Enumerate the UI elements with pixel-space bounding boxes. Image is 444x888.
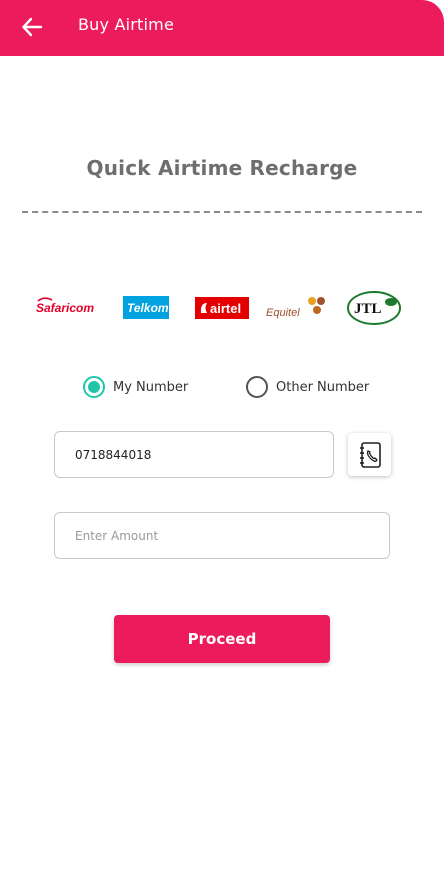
radio-selected-icon	[83, 376, 105, 398]
radio-other-number[interactable]: Other Number	[246, 374, 369, 400]
telkom-logo-text: Telkom	[127, 301, 169, 315]
equitel-logo-text: Equitel	[266, 307, 300, 319]
amount-input[interactable]	[54, 512, 390, 559]
jtl-logo: JTL	[347, 291, 401, 325]
radio-label-my-number: My Number	[113, 379, 189, 395]
page-title: Buy Airtime	[78, 15, 174, 34]
network-logo-equitel[interactable]: Equitel	[266, 288, 332, 328]
network-logo-jtl[interactable]: JTL	[346, 288, 402, 328]
back-button[interactable]	[18, 13, 46, 41]
airtel-logo-text: airtel	[210, 301, 241, 316]
arrow-left-icon	[22, 17, 43, 37]
radio-my-number[interactable]: My Number	[83, 374, 188, 400]
airtel-logo: airtel	[195, 297, 249, 319]
jtl-logo-text: JTL	[354, 301, 382, 317]
dashed-divider	[22, 211, 422, 213]
network-logo-airtel[interactable]: airtel	[194, 288, 250, 328]
phone-number-input[interactable]	[54, 431, 334, 478]
app-bar: Buy Airtime	[0, 0, 444, 56]
network-logos: Safaricom Telkom airtel Equitel JTL	[30, 288, 414, 328]
equitel-logo: Equitel	[266, 297, 325, 319]
network-logo-safaricom[interactable]: Safaricom	[34, 288, 110, 328]
section-title: Quick Airtime Recharge	[86, 156, 358, 180]
network-logo-telkom[interactable]: Telkom	[122, 288, 170, 328]
contact-book-icon	[359, 441, 381, 468]
safaricom-logo: Safaricom	[36, 297, 94, 315]
telkom-logo: Telkom	[123, 296, 169, 319]
radio-unselected-icon	[246, 376, 268, 398]
radio-label-other-number: Other Number	[276, 379, 370, 395]
safaricom-logo-text: Safaricom	[36, 301, 94, 315]
contact-picker-button[interactable]	[348, 433, 391, 476]
proceed-button[interactable]: Proceed	[114, 615, 330, 663]
